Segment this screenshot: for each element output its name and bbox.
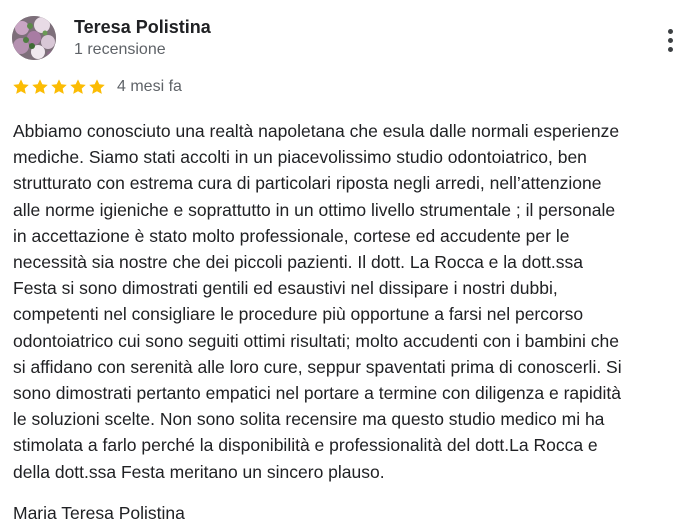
star-icon <box>88 78 106 96</box>
more-options-button[interactable] <box>658 24 682 56</box>
star-icon <box>12 78 30 96</box>
review-text: Abbiamo conosciuto una realtà napoletana… <box>13 121 622 482</box>
star-icon <box>50 78 68 96</box>
review-time: 4 mesi fa <box>117 78 182 95</box>
rating-row: 4 mesi fa <box>12 76 182 98</box>
more-vert-icon-dot <box>667 46 673 52</box>
avatar[interactable] <box>12 16 56 60</box>
review-signature: Maria Teresa Polistina <box>13 503 185 523</box>
review-card: Teresa Polistina 1 recensione 4 mesi fa … <box>0 0 697 528</box>
more-vert-icon-dot <box>667 37 673 43</box>
star-icon <box>69 78 87 96</box>
more-vert-icon <box>667 28 673 34</box>
author-review-count: 1 recensione <box>74 41 166 58</box>
star-rating <box>12 78 106 96</box>
author-name[interactable]: Teresa Polistina <box>74 16 211 38</box>
star-icon <box>31 78 49 96</box>
